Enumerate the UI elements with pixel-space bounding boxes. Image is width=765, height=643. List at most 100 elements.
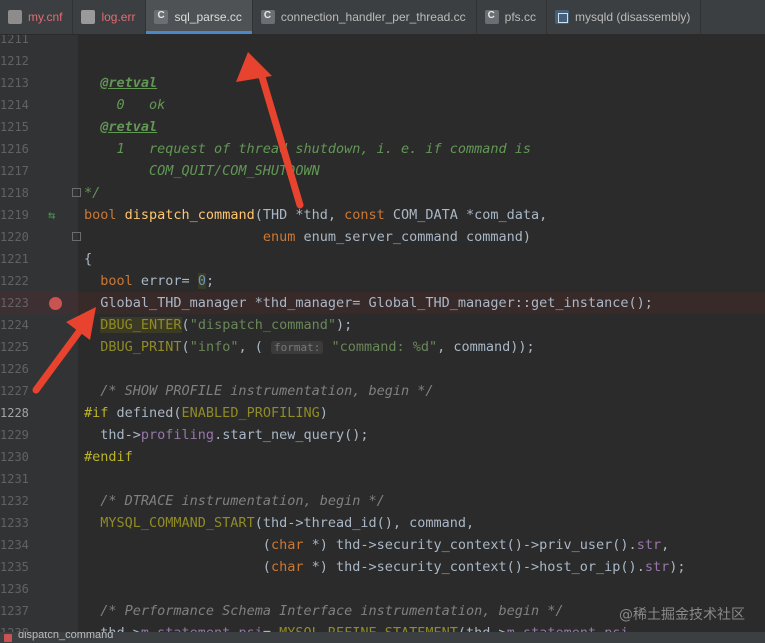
code-line[interactable]: 1214 0 ok	[0, 94, 765, 116]
disassembly-file-icon	[555, 10, 569, 24]
tab-label: mysqld (disassembly)	[575, 10, 691, 24]
code-line[interactable]: 1230 #endif	[0, 446, 765, 468]
line-number: 1220	[0, 230, 29, 244]
code-line[interactable]: 1228 #if defined(ENABLED_PROFILING)	[0, 402, 765, 424]
cpp-file-icon	[484, 10, 499, 24]
code-line[interactable]: 1227 /* SHOW PROFILE instrumentation, be…	[0, 380, 765, 402]
editor-tab-bar: my.cnf log.err sql_parse.cc connection_hand…	[0, 0, 765, 35]
code-line[interactable]: 1222 bool error= 0;	[0, 270, 765, 292]
override-implementation-icon[interactable]: ⇆	[48, 208, 55, 222]
line-number: 1230	[0, 450, 29, 464]
line-number: 1214	[0, 98, 29, 112]
code-text: COM_QUIT/COM_SHUTDOWN	[84, 163, 320, 179]
watermark: @稀土掘金技术社区	[619, 607, 745, 623]
breadcrumb-function[interactable]: dispatch_command	[18, 632, 113, 641]
cpp-file-icon	[154, 10, 169, 24]
line-number: 1228	[0, 406, 29, 420]
line-number: 1212	[0, 54, 29, 68]
fold-marker-icon[interactable]	[72, 188, 81, 197]
code-line[interactable]: 1233 MYSQL_COMMAND_START(thd->thread_id(…	[0, 512, 765, 534]
code-text: /* SHOW PROFILE instrumentation, begin *…	[100, 383, 434, 399]
line-number: 1216	[0, 142, 29, 156]
line-number: 1229	[0, 428, 29, 442]
code-text: /* Performance Schema Interface instrume…	[100, 603, 564, 619]
code-line[interactable]: 1236	[0, 578, 765, 600]
code-text: @retval	[100, 75, 158, 91]
code-text: bool dispatch_command(THD *thd, const CO…	[84, 207, 548, 223]
tab-label: sql_parse.cc	[174, 10, 242, 24]
line-number: 1237	[0, 604, 29, 618]
code-line[interactable]: 1217 COM_QUIT/COM_SHUTDOWN	[0, 160, 765, 182]
code-line[interactable]: 1221 {	[0, 248, 765, 270]
line-number: 1219	[0, 208, 29, 222]
line-number: 1225	[0, 340, 29, 354]
line-number: 1227	[0, 384, 29, 398]
code-line[interactable]: 1235 (char *) thd->security_context()->h…	[0, 556, 765, 578]
tab-my-cnf[interactable]: my.cnf	[0, 0, 74, 34]
code-text: 0 ok	[84, 97, 166, 113]
tab-label: connection_handler_per_thread.cc	[280, 10, 466, 24]
code-line[interactable]: 1218 */	[0, 182, 765, 204]
code-text: #if defined(ENABLED_PROFILING)	[84, 405, 328, 421]
code-text: #endif	[84, 449, 133, 465]
line-number: 1215	[0, 120, 29, 134]
line-number: 1235	[0, 560, 29, 574]
code-text: thd->m_statement_psi= MYSQL_REFINE_STATE…	[84, 622, 637, 632]
line-number: 1238	[0, 622, 30, 632]
code-text: (char *) thd->security_context()->host_o…	[84, 559, 686, 575]
code-text: {	[84, 251, 93, 267]
tab-pfs-cc[interactable]: pfs.cc	[477, 0, 547, 34]
code-line[interactable]: 1234 (char *) thd->security_context()->p…	[0, 534, 765, 556]
line-number: 1211	[0, 35, 29, 46]
code-text: /* DTRACE instrumentation, begin */	[100, 493, 385, 509]
tab-mysqld-disassembly-[interactable]: mysqld (disassembly)	[547, 0, 702, 34]
line-number: 1213	[0, 76, 29, 90]
code-text: (char *) thd->security_context()->priv_u…	[84, 537, 670, 553]
tab-log-err[interactable]: log.err	[73, 0, 147, 34]
code-text: enum enum_server_command command)	[262, 229, 532, 245]
line-number: 1231	[0, 472, 29, 486]
tab-label: pfs.cc	[504, 10, 536, 24]
log-file-icon	[81, 10, 96, 24]
code-text: MYSQL_COMMAND_START(thd->thread_id(), co…	[100, 515, 475, 531]
line-number: 1226	[0, 362, 29, 376]
code-line[interactable]: 1232 /* DTRACE instrumentation, begin */	[0, 490, 765, 512]
line-number: 1223	[0, 296, 29, 310]
fold-marker-icon[interactable]	[72, 232, 81, 241]
breakpoint-icon[interactable]	[49, 297, 62, 310]
code-line[interactable]: 1224 DBUG_ENTER("dispatch_command");	[0, 314, 765, 336]
code-line[interactable]: 1226	[0, 358, 765, 380]
code-line[interactable]: 1223 Global_THD_manager *thd_manager= Gl…	[0, 292, 765, 314]
line-number: 1221	[0, 252, 29, 266]
tab-label: log.err	[101, 10, 136, 24]
code-line[interactable]: 1219 ⇆ bool dispatch_command(THD *thd, con…	[0, 204, 765, 226]
config-file-icon	[8, 10, 22, 24]
code-line[interactable]: 1213 @retval	[0, 72, 765, 94]
tab-sql-parse-cc[interactable]: sql_parse.cc	[146, 0, 253, 34]
line-number: 1234	[0, 538, 29, 552]
line-number: 1222	[0, 274, 29, 288]
code-line[interactable]: 1212	[0, 50, 765, 72]
code-text: DBUG_PRINT("info", ( format: "command: %…	[100, 339, 535, 355]
code-text: DBUG_ENTER("dispatch_command");	[100, 317, 353, 333]
code-text: 1 request of thread shutdown, i. e. if c…	[84, 141, 532, 157]
tab-connection-handler-per-thread-cc[interactable]: connection_handler_per_thread.cc	[253, 0, 477, 34]
code-editor[interactable]: 1211 1212 1213 @retval 1214 0 ok 1215 @retva…	[0, 35, 765, 632]
code-line[interactable]: 1211	[0, 35, 765, 50]
code-line[interactable]: 1216 1 request of thread shutdown, i. e.…	[0, 138, 765, 160]
cpp-file-icon	[260, 10, 275, 24]
code-line[interactable]: 1225 DBUG_PRINT("info", ( format: "comma…	[0, 336, 765, 358]
line-number: 1232	[0, 494, 29, 508]
line-number: 1224	[0, 318, 29, 332]
tab-label: my.cnf	[28, 10, 63, 24]
code-line[interactable]: 1220 enum enum_server_command command)	[0, 226, 765, 248]
code-line[interactable]: 1229 thd->profiling.start_new_query();	[0, 424, 765, 446]
code-text: Global_THD_manager *thd_manager= Global_…	[84, 295, 653, 311]
breadcrumb-bar: dispatch_command	[0, 632, 765, 643]
code-text: bool error= 0;	[100, 273, 215, 289]
code-text: */	[84, 185, 101, 201]
code-line[interactable]: 1215 @retval	[0, 116, 765, 138]
code-line[interactable]: 1231	[0, 468, 765, 490]
code-text: @retval	[100, 119, 158, 135]
line-number: 1217	[0, 164, 29, 178]
